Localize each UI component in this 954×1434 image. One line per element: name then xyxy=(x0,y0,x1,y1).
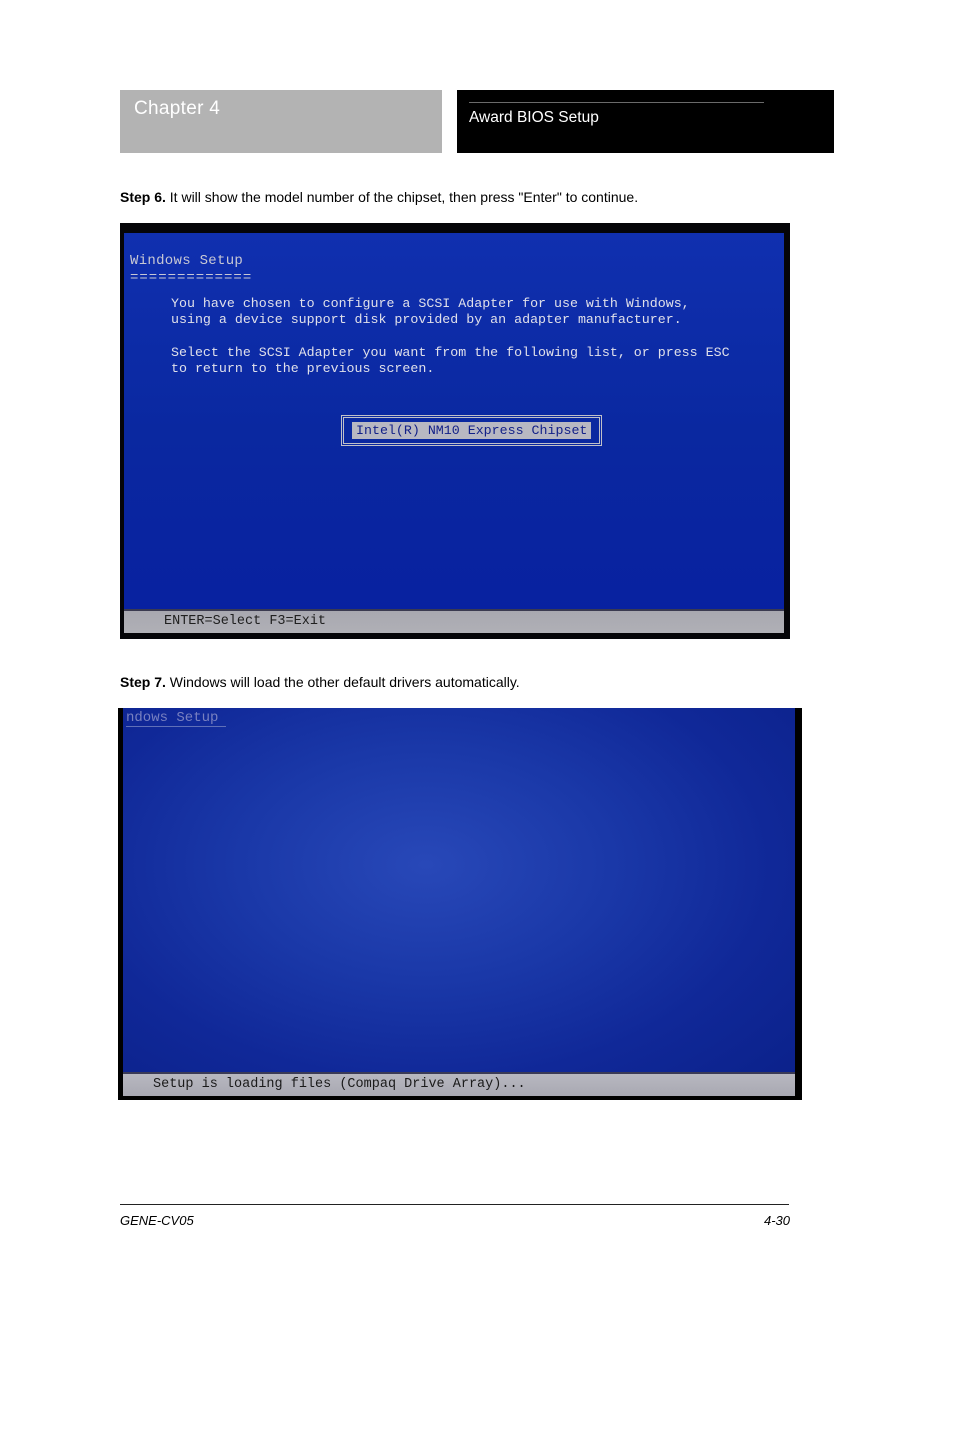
photo-border xyxy=(120,633,790,639)
windows-setup-title-ul-2 xyxy=(126,726,226,727)
photo-border xyxy=(120,223,124,639)
chapter-title-text: Award BIOS Setup xyxy=(469,109,824,128)
page-footer: GENE-CV05 4-30 xyxy=(120,1213,790,1228)
photo-border xyxy=(118,708,123,1100)
setup2-status-bar: Setup is loading files (Compaq Drive Arr… xyxy=(123,1072,795,1096)
setup-screen-1-bg: Windows Setup ============= You have cho… xyxy=(120,223,790,639)
photo-border xyxy=(795,708,802,1100)
step7-body: Windows will load the other default driv… xyxy=(166,674,520,690)
footer-spacer xyxy=(194,1213,764,1228)
setup1-line4: to return to the previous screen. xyxy=(171,361,434,376)
footer-model: GENE-CV05 xyxy=(120,1213,194,1228)
setup1-status-bar: ENTER=Select F3=Exit xyxy=(124,609,784,633)
chapter-label-text: Chapter 4 xyxy=(134,98,220,120)
footer-divider xyxy=(120,1204,789,1205)
windows-setup-title-ul: ============= xyxy=(130,270,252,286)
step6-text: Step 6. It will show the model number of… xyxy=(120,188,834,207)
setup1-line3: Select the SCSI Adapter you want from th… xyxy=(171,345,730,360)
step6-body: It will show the model number of the chi… xyxy=(166,189,638,205)
setup1-body-a: You have chosen to configure a SCSI Adap… xyxy=(171,296,690,328)
page-header: Chapter 4 Award BIOS Setup xyxy=(120,90,834,153)
windows-setup-title: Windows Setup xyxy=(130,253,243,269)
scsi-adapter-selection[interactable]: Intel(R) NM10 Express Chipset xyxy=(341,415,602,446)
windows-setup-title-fragment: ndows Setup xyxy=(126,710,218,726)
header-gap xyxy=(442,90,457,153)
footer-page-num: 4-30 xyxy=(764,1213,790,1228)
setup1-status-text: ENTER=Select F3=Exit xyxy=(164,614,326,629)
setup-screenshot-1: Windows Setup ============= You have cho… xyxy=(120,223,790,639)
header-chapter-title: Award BIOS Setup xyxy=(457,90,834,153)
step6-prefix: Step 6. xyxy=(120,189,166,205)
selected-adapter[interactable]: Intel(R) NM10 Express Chipset xyxy=(352,422,591,439)
setup1-line1: You have chosen to configure a SCSI Adap… xyxy=(171,296,690,311)
photo-border xyxy=(784,223,790,639)
setup-screenshot-2: ndows Setup Setup is loading files (Comp… xyxy=(118,708,802,1100)
header-divider xyxy=(469,102,764,103)
setup-screen-2-bg xyxy=(118,708,802,1100)
setup2-status-text: Setup is loading files (Compaq Drive Arr… xyxy=(153,1077,526,1092)
header-chapter-label: Chapter 4 xyxy=(120,90,442,153)
setup1-line2: using a device support disk provided by … xyxy=(171,312,682,327)
photo-border xyxy=(118,1096,802,1100)
photo-border xyxy=(120,223,790,233)
step7-prefix: Step 7. xyxy=(120,674,166,690)
setup1-body-b: Select the SCSI Adapter you want from th… xyxy=(171,345,730,377)
step7-text: Step 7. Windows will load the other defa… xyxy=(120,673,834,692)
